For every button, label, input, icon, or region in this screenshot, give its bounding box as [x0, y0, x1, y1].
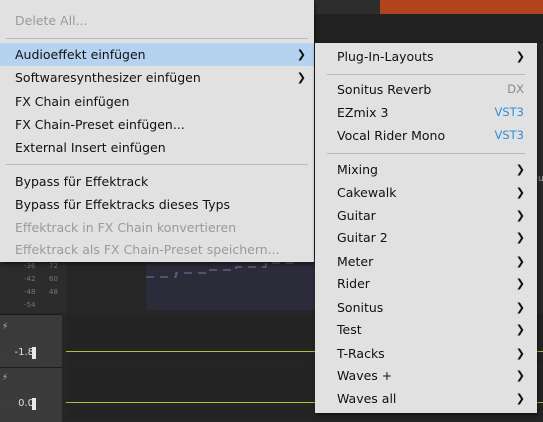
chevron-right-icon: ❯ — [515, 50, 525, 63]
chevron-right-icon: ❯ — [515, 277, 525, 290]
menu-item-label: Meter — [337, 254, 374, 269]
track-options-icon[interactable]: ⚡ — [0, 320, 10, 334]
chevron-right-icon: ❯ — [515, 163, 525, 176]
submenu-item-guitar-2[interactable]: Guitar 2 ❯ — [315, 226, 537, 249]
menu-item-label: Effektrack in FX Chain konvertieren — [15, 220, 237, 235]
menu-item-convert-to-fx-chain: Effektrack in FX Chain konvertieren — [0, 216, 314, 239]
automation-clip[interactable] — [146, 255, 316, 310]
submenu-item-waves-plus[interactable]: Waves + ❯ — [315, 364, 537, 387]
meter-scale-label: -54 — [24, 301, 36, 309]
menu-item-label: Sonitus — [337, 300, 384, 315]
chevron-right-icon: ❯ — [515, 323, 525, 336]
menu-item-label: Vocal Rider Mono — [337, 128, 446, 143]
automation-steps — [146, 259, 316, 278]
meter-scale-label: -42 — [24, 275, 36, 283]
submenu-item-guitar[interactable]: Guitar ❯ — [315, 204, 537, 227]
meter-value-label: 72 — [49, 262, 58, 270]
menu-item-label: Sonitus Reverb — [337, 82, 432, 97]
chevron-right-icon: ❯ — [515, 392, 525, 405]
menu-item-label: Waves all — [337, 391, 397, 406]
menu-item-label: Bypass für Effektracks dieses Typs — [15, 197, 231, 212]
menu-separator — [6, 38, 308, 39]
menu-item-bypass-effect-tracks-type[interactable]: Bypass für Effektracks dieses Typs — [0, 193, 314, 216]
menu-item-label: FX Chain einfügen — [15, 94, 130, 109]
submenu-item-sonitus-reverb[interactable]: Sonitus Reverb DX — [315, 78, 537, 101]
plugin-format-tag: DX — [507, 82, 524, 96]
chevron-right-icon: ❯ — [515, 255, 525, 268]
menu-item-label: Softwaresynthesizer einfügen — [15, 70, 201, 85]
menu-item-label: Cakewalk — [337, 185, 397, 200]
menu-item-label: External Insert einfügen — [15, 140, 166, 155]
volume-handle[interactable] — [32, 398, 36, 410]
meter-value-label: 60 — [49, 275, 58, 283]
menu-item-label: Guitar — [337, 208, 376, 223]
menu-item-insert-soft-synth[interactable]: Softwaresynthesizer einfügen ❯ — [0, 66, 314, 89]
menu-item-label: Test — [337, 322, 362, 337]
context-menu: Delete All... Audioeffekt einfügen ❯ Sof… — [0, 0, 314, 262]
meter-scale-label: -36 — [24, 262, 36, 270]
plugin-format-tag: VST3 — [494, 128, 524, 142]
menu-item-label: FX Chain-Preset einfügen... — [15, 117, 185, 132]
chevron-right-icon: ❯ — [296, 48, 306, 61]
chevron-right-icon: ❯ — [515, 369, 525, 382]
track-options-icon[interactable]: ⚡ — [0, 371, 10, 385]
chevron-right-icon: ❯ — [515, 209, 525, 222]
menu-item-label: Effektrack als FX Chain-Preset speichern… — [15, 242, 280, 257]
menu-item-label: EZmix 3 — [337, 105, 389, 120]
menu-item-label: Waves + — [337, 368, 393, 383]
chevron-right-icon: ❯ — [515, 301, 525, 314]
submenu-item-mixing[interactable]: Mixing ❯ — [315, 158, 537, 181]
audio-clip-waveform[interactable] — [380, 0, 543, 14]
chevron-right-icon: ❯ — [296, 71, 306, 84]
submenu-item-t-racks[interactable]: T-Racks ❯ — [315, 342, 537, 365]
menu-item-label: Plug-In-Layouts — [337, 49, 434, 64]
track-lane — [314, 14, 543, 44]
submenu-item-plugin-layouts[interactable]: Plug-In-Layouts ❯ — [315, 45, 537, 68]
menu-item-label: Guitar 2 — [337, 230, 388, 245]
menu-item-insert-fx-chain[interactable]: FX Chain einfügen — [0, 90, 314, 113]
submenu-item-waves-all[interactable]: Waves all ❯ — [315, 387, 537, 410]
plugin-format-tag: VST3 — [494, 105, 524, 119]
menu-item-insert-external-insert[interactable]: External Insert einfügen — [0, 136, 314, 159]
menu-item-label: Mixing — [337, 162, 378, 177]
menu-separator — [327, 74, 525, 75]
chevron-right-icon: ❯ — [515, 347, 525, 360]
meter-value-label: 48 — [49, 288, 58, 296]
menu-item-label: Delete All... — [15, 13, 88, 28]
submenu-item-sonitus[interactable]: Sonitus ❯ — [315, 296, 537, 319]
menu-item-label: T-Racks — [337, 346, 385, 361]
volume-handle[interactable] — [32, 347, 36, 359]
menu-item-insert-fx-chain-preset[interactable]: FX Chain-Preset einfügen... — [0, 113, 314, 136]
menu-item-label: Bypass für Effektrack — [15, 174, 149, 189]
menu-item-save-as-fx-chain-preset: Effektrack als FX Chain-Preset speichern… — [0, 238, 314, 261]
submenu-item-vocal-rider-mono[interactable]: Vocal Rider Mono VST3 — [315, 124, 537, 147]
menu-separator — [6, 164, 308, 165]
chevron-right-icon: ❯ — [515, 186, 525, 199]
side-label: ufn — [538, 174, 543, 184]
menu-item-insert-audio-effect[interactable]: Audioeffekt einfügen ❯ — [0, 43, 314, 66]
level-meter: -36 -42 -48 -54 72 60 48 — [0, 255, 66, 313]
submenu-item-test[interactable]: Test ❯ — [315, 318, 537, 341]
menu-item-delete-all: Delete All... — [0, 9, 314, 32]
meter-scale-label: -48 — [24, 288, 36, 296]
menu-separator — [327, 153, 525, 154]
menu-item-bypass-effect-track[interactable]: Bypass für Effektrack — [0, 170, 314, 193]
submenu-item-rider[interactable]: Rider ❯ — [315, 272, 537, 295]
submenu-item-cakewalk[interactable]: Cakewalk ❯ — [315, 181, 537, 204]
menu-item-label: Audioeffekt einfügen — [15, 47, 146, 62]
submenu-item-ezmix-3[interactable]: EZmix 3 VST3 — [315, 101, 537, 124]
submenu-item-meter[interactable]: Meter ❯ — [315, 250, 537, 273]
audio-effect-submenu: Plug-In-Layouts ❯ Sonitus Reverb DX EZmi… — [315, 43, 537, 413]
menu-item-label: Rider — [337, 276, 370, 291]
chevron-right-icon: ❯ — [515, 231, 525, 244]
